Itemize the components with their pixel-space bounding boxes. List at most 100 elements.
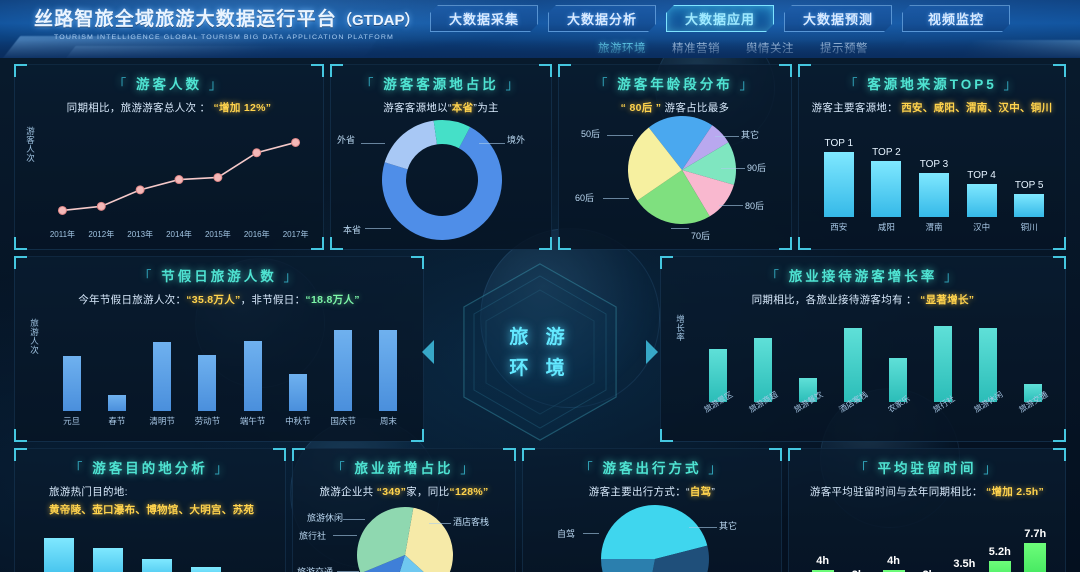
bar [823, 151, 854, 217]
origin-donut-chart [382, 120, 502, 240]
origin-label-bensheng: 本省 [343, 225, 362, 235]
panel-destination-subtitle-1: 旅游热门目的地: [15, 484, 285, 499]
bar [1024, 542, 1047, 572]
bar-value-label: 4h [887, 554, 900, 567]
panel-staytime: 「 平均驻留时间 」 游客平均驻留时间与去年同期相比： “增加 2.5h” 4h… [788, 448, 1066, 572]
age-label-50: 50后 [581, 129, 601, 139]
panel-staytime-sub-pre: 游客平均驻留时间与去年同期相比： [809, 486, 983, 498]
age-leader-2 [715, 136, 739, 137]
bar-category-label: 西安 [830, 222, 848, 232]
bar-column: 2h [843, 503, 873, 572]
panel-tops-sub-hl: 西安、咸阳、渭南、汉中、铜川 [901, 102, 1053, 114]
panel-age-sub-post: 游客占比最多 [664, 102, 730, 114]
panel-newbiz-sub-hl1: “349” [376, 486, 407, 498]
bar-column: 端午节 [238, 315, 268, 427]
travelmode-label-qita: 其它 [719, 521, 738, 531]
age-label-other: 其它 [741, 130, 760, 140]
age-pie-chart [628, 116, 736, 224]
bar-column: Hot 1 [40, 525, 78, 572]
panel-growth-sub-hl: “显著增长” [920, 294, 975, 306]
travelmode-leader-2 [689, 527, 717, 528]
visitors-x-tick: 2012年 [88, 230, 115, 239]
header-decoration-2 [64, 46, 376, 58]
bar [871, 161, 902, 217]
age-leader-1 [607, 135, 633, 136]
visitors-x-tick: 2015年 [204, 230, 231, 239]
visitors-x-tick: 2016年 [243, 230, 270, 239]
panel-destination-subtitle-2: 黄帝陵、壶口瀑布、博物馆、大明宫、苏苑 [15, 502, 285, 517]
panel-staytime-subtitle: 游客平均驻留时间与去年同期相比： “增加 2.5h” [789, 484, 1065, 499]
panel-destination-sub-pre: 旅游热门目的地: [49, 486, 128, 498]
holiday-y-axis-label: 旅游人次 [30, 318, 39, 355]
panel-origin-subtitle: 游客客源地以“本省”为主 [331, 100, 551, 115]
age-label-70: 70后 [691, 231, 711, 241]
bar-category-label: 春节 [108, 416, 126, 426]
bar-category-label: 元旦 [63, 416, 81, 426]
nav-item-4[interactable]: 视频监控 [902, 5, 1010, 32]
nav-item-2[interactable]: 大数据应用 [666, 5, 774, 32]
bar [107, 395, 126, 411]
bar-column: TOP 4 汉中 [963, 121, 1001, 233]
newbiz-leader-1 [343, 519, 365, 520]
newbiz-leader-2 [333, 535, 357, 536]
bar-value-label: TOP 3 [919, 158, 949, 170]
bar-value-label: 7.7h [1024, 527, 1047, 540]
panel-visitors-title: 「 游客人数 」 [112, 77, 226, 92]
panel-growth: 「 旅业接待游客增长率 」 同期相比，各旅业接待游客均有 ： “显著增长” 增长… [660, 256, 1066, 442]
bar-category-label: 铜川 [1020, 222, 1038, 232]
bar [190, 567, 221, 572]
panel-travelmode-title-text: 游客出行方式 [602, 461, 702, 476]
bar-category-label: 国庆节 [330, 416, 356, 426]
age-leader-3 [721, 168, 745, 169]
visitors-x-tick: 2011年 [49, 230, 76, 239]
panel-staytime-title-text: 平均驻留时间 [877, 461, 977, 476]
panel-growth-sub-pre: 同期相比，各旅业接待游客均有 ： [751, 294, 917, 306]
bar [988, 561, 1011, 572]
panel-tops-title: 「 客源地来源TOP5 」 [843, 77, 1021, 92]
age-leader-6 [603, 198, 629, 199]
bar-value-label: TOP 5 [1014, 180, 1044, 192]
bar-column: 4h [879, 503, 909, 572]
newbiz-leader-4 [429, 523, 451, 524]
bar-column: 春节 [102, 315, 132, 427]
header-decoration-3 [892, 40, 1080, 58]
panel-newbiz-title: 「 旅业新增占比 」 [331, 461, 477, 476]
panel-age-sub-hl: “ 80后 ” [620, 102, 662, 114]
bar [966, 184, 997, 217]
nav-item-1[interactable]: 大数据分析 [548, 5, 656, 32]
panel-visitors-sub-hl: “增加 12%” [213, 102, 272, 114]
panel-origin-sub-pre: 游客客源地以“ [383, 102, 452, 114]
panel-staytime-sub-hl: “增加 2.5h” [985, 486, 1045, 498]
nav-item-0[interactable]: 大数据采集 [430, 5, 538, 32]
bar-column: 中秋节 [283, 315, 313, 427]
center-label-line1: 旅 游 [509, 327, 571, 348]
panel-growth-title: 「 旅业接待游客增长率 」 [765, 269, 961, 284]
bar-column: 3.5h [949, 503, 979, 572]
growth-bar-chart: 旅游景区 旅游商超 旅游餐饮 酒店客栈 农家乐 旅行社 旅游休闲 旅游交通 [695, 309, 1055, 417]
nav-item-3[interactable]: 大数据预测 [784, 5, 892, 32]
panel-visitors-subtitle: 同期相比，旅游游客总人次 ： “增加 12%” [15, 100, 323, 115]
visitors-x-tick: 2017年 [282, 230, 309, 239]
app-header: 丝路智旅全域旅游大数据运行平台（GTDAP） TOURISM INTELLIGE… [0, 0, 1080, 58]
bar [334, 330, 353, 411]
bar [379, 330, 398, 411]
panel-tops-title-text: 客源地来源TOP5 [867, 77, 997, 92]
subnav-item-1[interactable]: 精准营销 [672, 40, 720, 56]
bar [918, 172, 949, 217]
subnav-item-3[interactable]: 提示预警 [820, 40, 868, 56]
pie-slice [601, 559, 655, 572]
panel-tops-sub-pre: 游客主要客源地： [811, 102, 898, 114]
origin-leader-2 [479, 143, 505, 144]
panel-age-title: 「 游客年龄段分布 」 [593, 77, 757, 92]
panel-travelmode-sub-pre: 游客主要出行方式：“ [588, 486, 690, 498]
bar-category-label: 中秋节 [285, 416, 311, 426]
panel-visitors-title-text: 游客人数 [136, 77, 202, 92]
bar-value-label: TOP 1 [824, 137, 854, 149]
travelmode-leader-1 [583, 533, 599, 534]
bar-column: Hot 5 [236, 525, 274, 572]
age-label-60: 60后 [575, 193, 595, 203]
bar [933, 326, 952, 402]
subnav-item-0[interactable]: 旅游环境 [598, 40, 646, 56]
bar-value-label: 4h [816, 554, 830, 567]
subnav-item-2[interactable]: 舆情关注 [746, 40, 794, 56]
